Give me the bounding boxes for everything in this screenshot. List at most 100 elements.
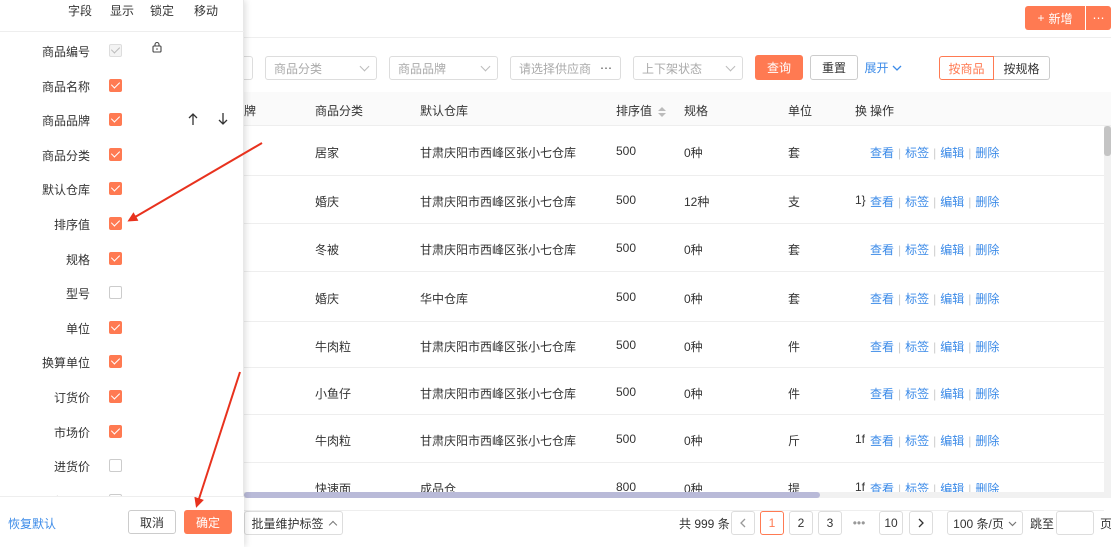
chevron-down-icon [1008, 521, 1017, 526]
new-button[interactable]: + 新增 [1025, 6, 1085, 30]
panel-field-show-checkbox[interactable] [109, 182, 122, 196]
page-1-button[interactable]: 1 [760, 511, 784, 535]
panel-field-show-checkbox[interactable] [109, 320, 122, 334]
panel-field-show-checkbox[interactable] [109, 424, 122, 438]
row-actions: 查看 | 标签 | 编辑 | 删除 [870, 338, 999, 355]
row-tag-link[interactable]: 标签 [905, 290, 929, 307]
panel-field-show-checkbox[interactable] [109, 459, 122, 473]
row-view-link[interactable]: 查看 [870, 144, 894, 161]
row-tag-link[interactable]: 标签 [905, 193, 929, 210]
cell-unit: 套 [788, 243, 801, 257]
shelf-status-select[interactable]: 上下架状态 [633, 56, 743, 80]
pagination-ellipsis[interactable]: ••• [847, 511, 871, 535]
panel-field-label: 默认仓库 [41, 183, 90, 198]
view-by-spec-tab[interactable]: 按规格 [994, 56, 1050, 80]
row-actions: 查看 | 标签 | 编辑 | 删除 [870, 193, 999, 210]
table-row: 牛肉粒 甘肃庆阳市西峰区张小七仓库 500 0种斤 1f 查看 | 标签 | 编辑 | 删除 [244, 415, 1104, 463]
row-edit-link[interactable]: 编辑 [940, 193, 964, 210]
separator: | [968, 339, 972, 354]
page-3-button[interactable]: 3 [818, 511, 842, 535]
category-select[interactable]: 商品分类 [265, 56, 377, 80]
row-delete-link[interactable]: 删除 [975, 144, 999, 161]
row-view-link[interactable]: 查看 [870, 193, 894, 210]
expand-button[interactable]: 展开 [864, 55, 902, 80]
cell-spec: 0种 [684, 340, 703, 354]
separator: | [898, 242, 902, 257]
panel-confirm-button[interactable]: 确定 [184, 510, 232, 534]
panel-field-show-checkbox[interactable] [109, 217, 122, 230]
panel-cancel-button[interactable]: 取消 [128, 510, 176, 534]
col-ops-header: 操作 [870, 104, 895, 118]
separator: | [968, 291, 972, 306]
row-tag-link[interactable]: 标签 [905, 385, 929, 402]
row-edit-link[interactable]: 编辑 [940, 290, 964, 307]
next-page-button[interactable] [909, 511, 933, 535]
panel-field-show-checkbox[interactable] [109, 390, 122, 403]
separator: | [968, 242, 972, 257]
lock-icon[interactable] [151, 41, 163, 53]
row-view-link[interactable]: 查看 [870, 290, 894, 307]
reset-button[interactable]: 重置 [810, 55, 858, 80]
panel-field-show-checkbox[interactable] [109, 78, 122, 92]
view-by-goods-tab[interactable]: 按商品 [939, 56, 994, 80]
panel-field-show-checkbox[interactable] [109, 44, 122, 57]
cell-spec: 0种 [684, 387, 703, 401]
row-tag-link[interactable]: 标签 [905, 144, 929, 161]
column-settings-panel: 字段 显示 锁定 移动 商品编号 商品名称 商品品牌 商品分类 默认仓库 排序值 规格 型号单… [0, 0, 244, 547]
page-last-button[interactable]: 10 [879, 511, 903, 535]
panel-field-show-checkbox[interactable] [109, 147, 122, 161]
cell-sort: 500 [616, 290, 637, 304]
cell-category: 小鱼仔 [315, 387, 352, 401]
vertical-scrollbar-thumb[interactable] [1104, 126, 1111, 156]
brand-select[interactable]: 商品品牌 [389, 56, 498, 80]
cell-warehouse: 甘肃庆阳市西峰区张小七仓库 [420, 387, 577, 401]
more-menu-button[interactable]: ⋯ [1086, 6, 1111, 30]
row-delete-link[interactable]: 删除 [975, 241, 999, 258]
horizontal-scrollbar-thumb[interactable] [244, 492, 820, 498]
row-tag-link[interactable]: 标签 [905, 241, 929, 258]
panel-field-label: 商品分类 [41, 148, 90, 163]
table-row: 婚庆 甘肃庆阳市西峰区张小七仓库 500 12种支 1} 查看 | 标签 | 编辑 | 删除 [244, 176, 1104, 224]
new-button-label: 新增 [1048, 11, 1073, 26]
row-delete-link[interactable]: 删除 [975, 290, 999, 307]
panel-field-show-checkbox[interactable] [109, 286, 122, 300]
panel-field-label: 商品品牌 [41, 114, 90, 129]
cell-unit: 支 [788, 195, 801, 209]
panel-field-show-checkbox[interactable] [109, 251, 122, 265]
page-size-select[interactable]: 100 条/页 [947, 511, 1023, 535]
supplier-select[interactable]: 请选择供应商 ⋯ [510, 56, 621, 80]
table-row: 冬被 甘肃庆阳市西峰区张小七仓库 500 0种套查看 | 标签 | 编辑 | 删除 [244, 224, 1104, 272]
row-tag-link[interactable]: 标签 [905, 432, 929, 449]
arrow-up-icon[interactable] [187, 112, 199, 126]
table-row: 快速面 成品仓 800 0种提 1f 查看 | 标签 | 编辑 | 删除 [244, 463, 1104, 511]
prev-page-button[interactable] [731, 511, 755, 535]
row-view-link[interactable]: 查看 [870, 385, 894, 402]
col-sort-header[interactable]: 排序值 [616, 102, 667, 119]
row-delete-link[interactable]: 删除 [975, 193, 999, 210]
row-edit-link[interactable]: 编辑 [940, 338, 964, 355]
row-view-link[interactable]: 查看 [870, 241, 894, 258]
arrow-down-icon[interactable] [217, 112, 229, 126]
restore-default-link[interactable]: 恢复默认 [8, 515, 56, 532]
page-2-button[interactable]: 2 [789, 511, 813, 535]
row-delete-link[interactable]: 删除 [975, 338, 999, 355]
row-edit-link[interactable]: 编辑 [940, 241, 964, 258]
supplier-more-icon[interactable]: ⋯ [600, 61, 612, 75]
row-view-link[interactable]: 查看 [870, 432, 894, 449]
jump-to-input[interactable] [1056, 511, 1094, 535]
chevron-left-icon [740, 518, 746, 528]
row-edit-link[interactable]: 编辑 [940, 385, 964, 402]
row-tag-link[interactable]: 标签 [905, 338, 929, 355]
panel-field-show-checkbox[interactable] [109, 355, 122, 369]
sort-icon[interactable] [658, 106, 667, 117]
row-edit-link[interactable]: 编辑 [940, 432, 964, 449]
row-edit-link[interactable]: 编辑 [940, 144, 964, 161]
batch-tag-button[interactable]: 批量维护标签 [244, 511, 343, 535]
cell-spec: 0种 [684, 243, 703, 257]
row-delete-link[interactable]: 删除 [975, 385, 999, 402]
panel-field-show-checkbox[interactable] [109, 113, 122, 127]
query-button[interactable]: 查询 [755, 55, 803, 80]
row-delete-link[interactable]: 删除 [975, 432, 999, 449]
row-view-link[interactable]: 查看 [870, 338, 894, 355]
panel-field-label: 排序值 [53, 218, 90, 232]
